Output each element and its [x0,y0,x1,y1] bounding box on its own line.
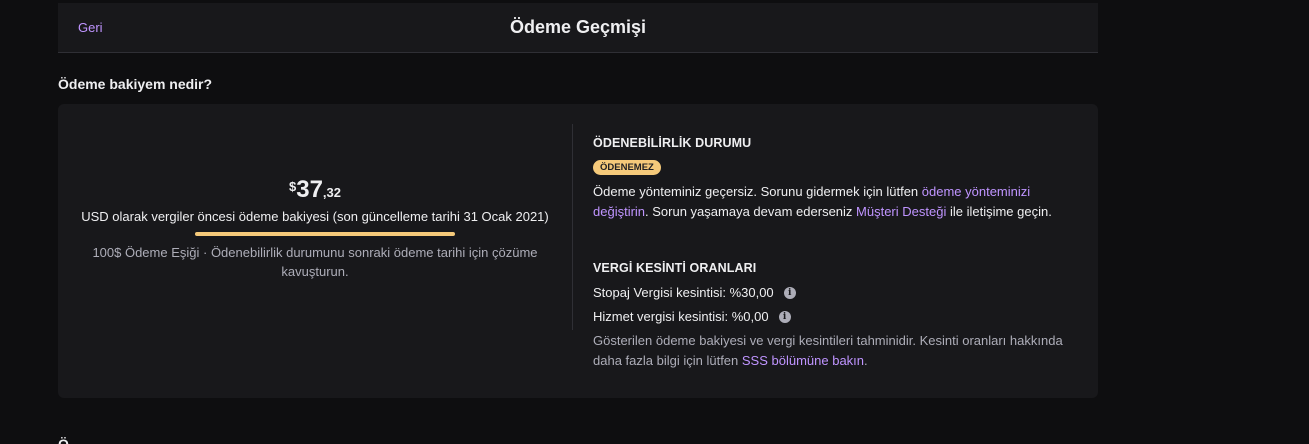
info-icon[interactable]: i [778,310,791,323]
info-icon[interactable]: i [783,286,796,299]
balance-amount: $37,32 [58,176,572,204]
currency-symbol: $ [288,179,297,194]
status-text-part: ile iletişime geçin. [946,203,1052,219]
faq-link[interactable]: SSS bölümüne bakın [742,353,864,368]
amount-decimal: ,32 [322,185,341,200]
payability-status-title: ÖDENEBİLİRLİK DURUMU [593,136,752,150]
payout-balance-card: $37,32 USD olarak vergiler öncesi ödeme … [58,104,1098,398]
amount-integer: 37 [296,176,323,203]
balance-highlight-bar [195,232,455,236]
withholding-tax-label: Stopaj Vergisi kesintisi: %30,00 [593,285,774,300]
status-badge: ÖDENEMEZ [593,160,661,175]
section-title: Ödeme bakiyem nedir? [58,76,213,92]
status-text-part: Ödeme yönteminiz geçersiz. Sorunu giderm… [593,184,922,199]
estimate-note-text: . [864,352,868,368]
estimate-note: Gösterilen ödeme bakiyesi ve vergi kesin… [593,331,1063,370]
tax-rates-title: VERGİ KESİNTİ ORANLARI [593,261,757,275]
status-text-part: . Sorun yaşamaya devam ederseniz [645,203,857,219]
balance-description: USD olarak vergiler öncesi ödeme bakiyes… [81,209,549,224]
balance-panel: $37,32 USD olarak vergiler öncesi ödeme … [58,104,572,398]
service-tax-row: Hizmet vergisi kesintisi: %0,00 i [593,309,791,324]
column-divider [572,124,573,330]
page-title: Ödeme Geçmişi [509,17,647,37]
service-tax-label: Hizmet vergisi kesintisi: %0,00 [593,309,769,324]
next-section-title: Ö [58,436,69,444]
threshold-note: 100$ Ödeme Eşiği · Ödenebilirlik durumun… [92,245,538,279]
page-header: Geri Ödeme Geçmişi [58,3,1098,53]
payability-status-text: Ödeme yönteminiz geçersiz. Sorunu giderm… [593,182,1068,221]
customer-support-link[interactable]: Müşteri Desteği [856,204,946,219]
withholding-tax-row: Stopaj Vergisi kesintisi: %30,00 i [593,285,796,300]
